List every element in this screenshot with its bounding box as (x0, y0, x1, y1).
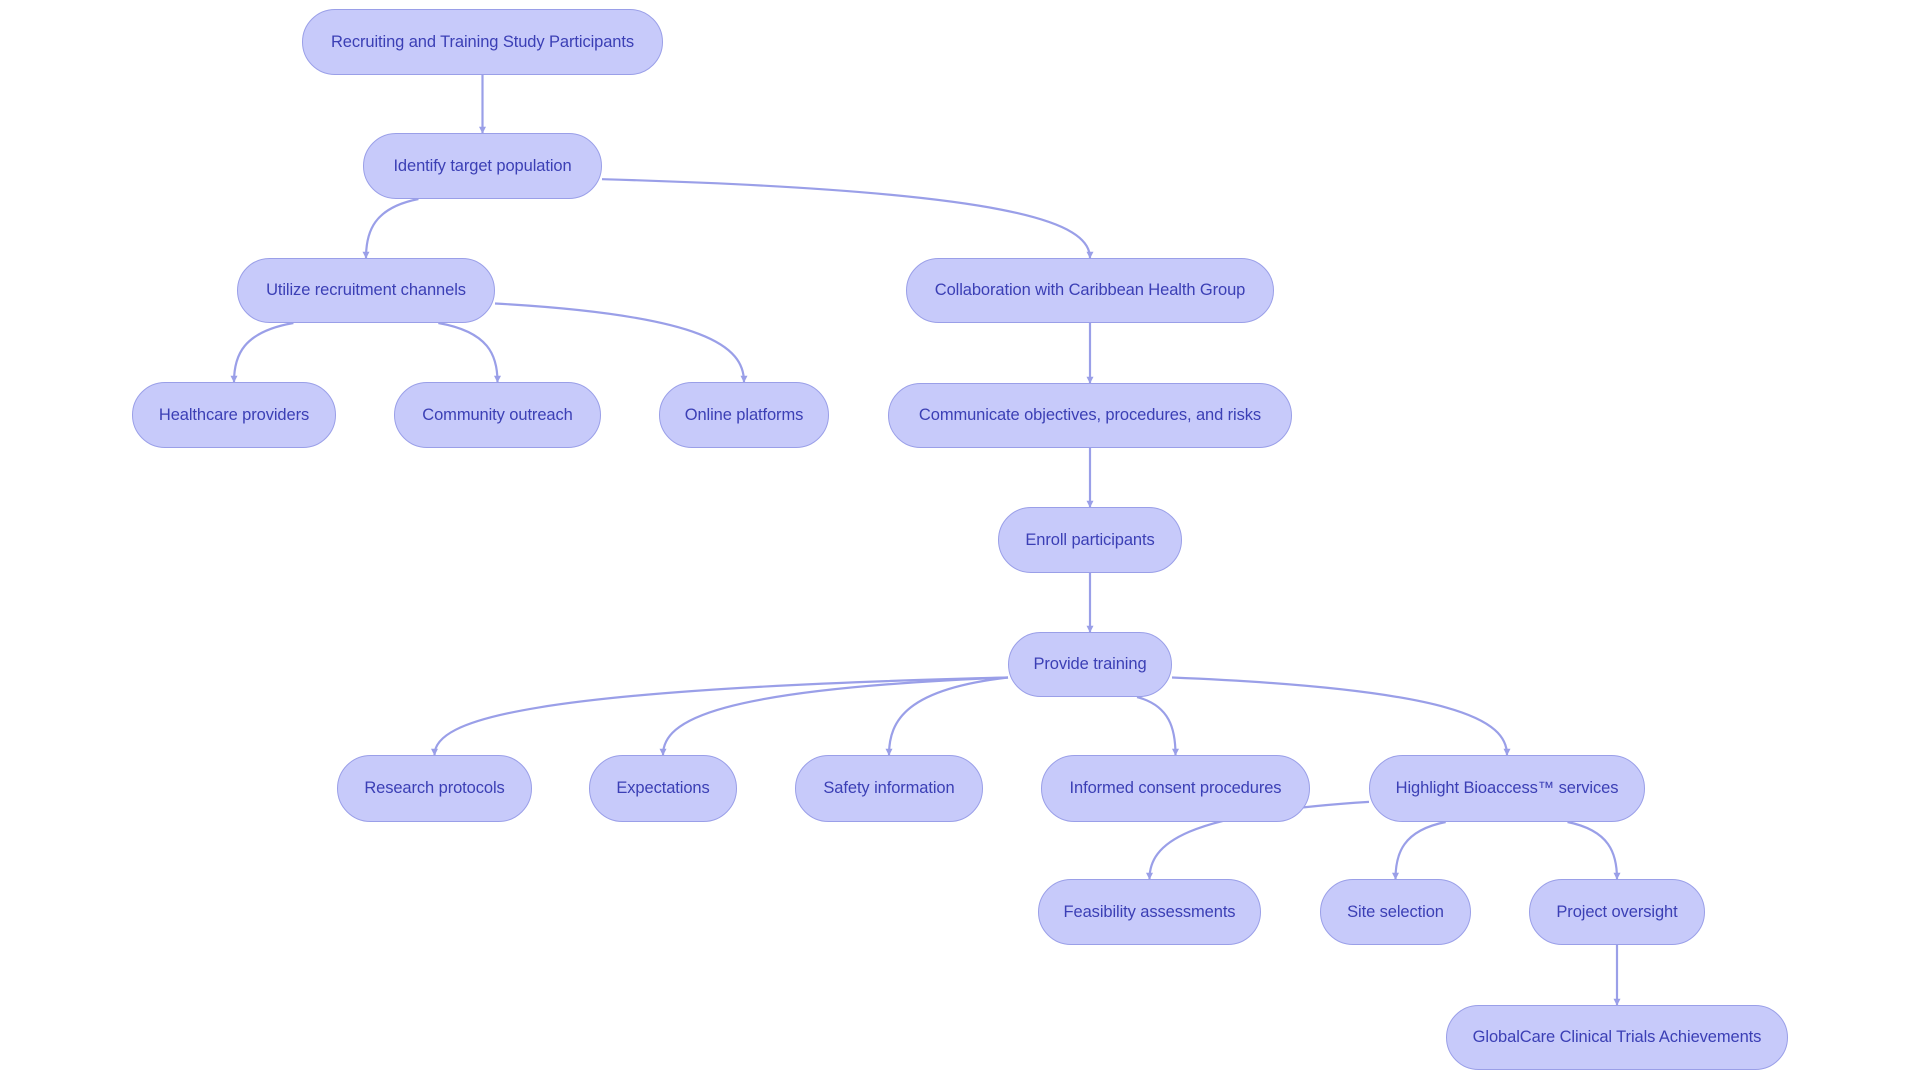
node-site-selection[interactable]: Site selection (1320, 879, 1471, 945)
node-label: Informed consent procedures (1069, 779, 1282, 797)
node-enroll-participants[interactable]: Enroll participants (998, 507, 1182, 573)
edge-identify-to-utilize (362, 197, 419, 259)
edge-provide-to-informed (1136, 695, 1179, 756)
node-recruiting-and-training[interactable]: Recruiting and Training Study Participan… (302, 9, 663, 75)
node-highlight-bioaccess-services[interactable]: Highlight Bioaccess™ services (1369, 755, 1645, 822)
edge-provide-to-safety (885, 676, 1009, 756)
node-label: Research protocols (364, 779, 505, 797)
node-utilize-recruitment-channels[interactable]: Utilize recruitment channels (237, 258, 495, 323)
edge-provide-to-highlight (1171, 676, 1511, 756)
node-label: Feasibility assessments (1063, 902, 1236, 921)
edge-identify-to-collab (601, 178, 1094, 259)
node-label: Recruiting and Training Study Participan… (330, 32, 635, 51)
node-safety-information[interactable]: Safety information (795, 755, 983, 822)
node-label: Expectations (616, 779, 710, 797)
node-label: Provide training (1033, 655, 1147, 673)
node-label: Community outreach (422, 405, 573, 424)
node-provide-training[interactable]: Provide training (1008, 632, 1172, 697)
edge-provide-to-research (431, 676, 1009, 756)
node-identify-target-population[interactable]: Identify target population (363, 133, 602, 199)
node-project-oversight[interactable]: Project oversight (1529, 879, 1705, 945)
node-label: GlobalCare Clinical Trials Achievements (1472, 1028, 1762, 1046)
node-label: Enroll participants (1025, 530, 1155, 549)
node-research-protocols[interactable]: Research protocols (337, 755, 532, 822)
edge-utilize-to-online (494, 302, 748, 383)
node-expectations[interactable]: Expectations (589, 755, 737, 822)
node-online-platforms[interactable]: Online platforms (659, 382, 829, 448)
node-label: Identify target population (393, 156, 572, 175)
node-label: Collaboration with Caribbean Health Grou… (934, 281, 1246, 299)
node-informed-consent-procedures[interactable]: Informed consent procedures (1041, 755, 1310, 822)
node-feasibility-assessments[interactable]: Feasibility assessments (1038, 879, 1261, 945)
node-community-outreach[interactable]: Community outreach (394, 382, 601, 448)
edge-utilize-to-healthcare (230, 321, 294, 383)
node-label: Healthcare providers (158, 405, 310, 424)
node-label: Utilize recruitment channels (266, 281, 466, 299)
edge-utilize-to-community (438, 321, 501, 383)
node-label: Project oversight (1556, 902, 1678, 921)
edge-highlight-to-project (1567, 820, 1621, 880)
node-label: Safety information (823, 779, 955, 797)
node-label: Communicate objectives, procedures, and … (918, 406, 1262, 424)
node-collaboration-caribbean-health-group[interactable]: Collaboration with Caribbean Health Grou… (906, 258, 1274, 323)
node-communicate-objectives[interactable]: Communicate objectives, procedures, and … (888, 383, 1292, 448)
node-label: Online platforms (684, 405, 804, 424)
node-healthcare-providers[interactable]: Healthcare providers (132, 382, 336, 448)
node-label: Highlight Bioaccess™ services (1395, 779, 1619, 797)
node-label: Site selection (1347, 902, 1444, 921)
node-globalcare-achievements[interactable]: GlobalCare Clinical Trials Achievements (1446, 1005, 1788, 1070)
edge-highlight-to-site (1392, 820, 1446, 880)
